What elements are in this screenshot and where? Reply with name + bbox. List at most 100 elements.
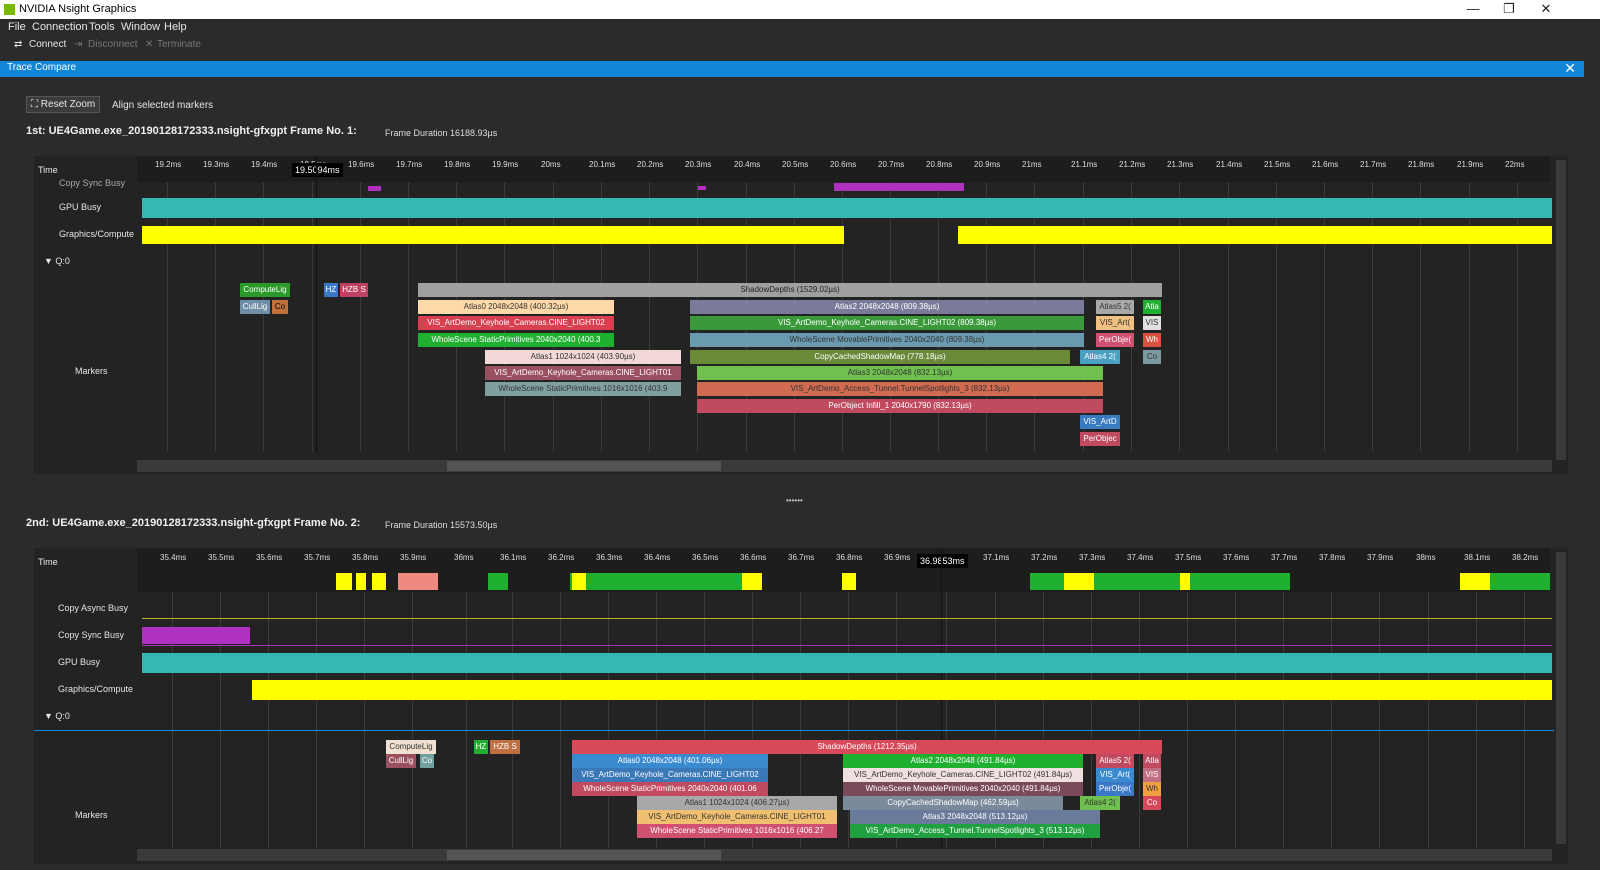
trace1-tick-label: 20.6ms	[830, 160, 857, 169]
trace2-marker-bar[interactable]: VIS	[1143, 768, 1161, 782]
trace1-marker-bar[interactable]: VIS_ArtD	[1080, 415, 1120, 429]
trace2-gridline	[268, 568, 269, 848]
trace2-marker-bar[interactable]: Co	[1143, 796, 1161, 810]
trace-compare-tab[interactable]: Trace Compare ✕	[0, 60, 1584, 77]
trace2-marker-bar[interactable]: ShadowDepths (1212.35µs)	[572, 740, 1162, 754]
trace2-marker-bar[interactable]: Atla	[1143, 754, 1161, 768]
trace2-tick-label: 37.5ms	[1175, 553, 1202, 562]
trace2-vscroll[interactable]	[1556, 552, 1566, 844]
reset-zoom-button[interactable]: ⛶ Reset Zoom	[26, 96, 101, 113]
trace1-marker-bar[interactable]: VIS_ArtDemo_Access_Tunnel.TunnelSpotligh…	[697, 382, 1103, 396]
trace1-marker-bar[interactable]: VIS_Art(	[1096, 316, 1134, 330]
connect-button[interactable]: Connect	[29, 39, 66, 50]
trace1-marker-bar[interactable]: WholeScene MovablePrimitives 2040x2040 (…	[690, 333, 1084, 347]
trace2-gridline	[364, 568, 365, 848]
trace1-marker-bar[interactable]: VIS_ArtDemo_Keyhole_Cameras.CINE_LIGHT02…	[690, 316, 1084, 330]
trace1-marker-bar[interactable]: Atlas2 2048x2048 (809.38µs)	[690, 300, 1084, 314]
trace2-marker-bar[interactable]: Atlas1 1024x1024 (406.27µs)	[637, 796, 837, 810]
trace1-marker-bar[interactable]: Atlas3 2048x2048 (832.13µs)	[697, 366, 1103, 380]
trace2-marker-bar[interactable]: CopyCachedShadowMap (462.59µs)	[843, 796, 1063, 810]
copy-busy-mark	[698, 186, 706, 190]
trace1-marker-bar[interactable]: VIS	[1143, 316, 1161, 330]
trace2-tick-label: 35.8ms	[352, 553, 379, 562]
trace1-tick-label: 20.3ms	[685, 160, 712, 169]
trace1-marker-bar[interactable]: Wh	[1143, 333, 1161, 347]
trace2-gridline	[1379, 568, 1380, 848]
trace2-marker-bar[interactable]: VIS_Art(	[1096, 768, 1134, 782]
trace1-marker-bar[interactable]: WholeScene StaticPrimitives 2040x2040 (4…	[418, 333, 614, 347]
trace1-marker-bar[interactable]: VIS_ArtDemo_Keyhole_Cameras.CINE_LIGHT01	[485, 366, 681, 380]
close-tab-icon[interactable]: ✕	[1564, 60, 1576, 77]
trace2-marker-bar[interactable]: VIS_ArtDemo_Keyhole_Cameras.CINE_LIGHT01	[637, 810, 837, 824]
minimize-button[interactable]: —	[1455, 0, 1491, 19]
trace2-marker-bar[interactable]: Atlas0 2048x2048 (401.06µs)	[572, 754, 768, 768]
trace2-marker-bar[interactable]: Co	[420, 754, 434, 768]
trace1-hscroll-thumb[interactable]	[447, 461, 721, 471]
trace2-marker-bar[interactable]: CullLig	[386, 754, 416, 768]
trace2-marker-bar[interactable]: Wh	[1143, 782, 1161, 796]
trace2-marker-bar[interactable]: VIS_ArtDemo_Keyhole_Cameras.CINE_LIGHT02…	[843, 768, 1083, 782]
trace2-tick-label: 36.8ms	[836, 553, 863, 562]
gfx-busy-bar	[252, 680, 1552, 700]
trace1-marker-bar[interactable]: HZ	[324, 283, 338, 297]
activity-segment	[1064, 573, 1094, 590]
trace2-hscroll-thumb[interactable]	[447, 850, 721, 860]
trace1-vscroll[interactable]	[1556, 160, 1566, 460]
trace1-marker-bar[interactable]: Atlas4 2(	[1080, 350, 1120, 364]
menu-tools[interactable]: Tools	[89, 21, 115, 33]
menu-connection[interactable]: Connection	[32, 21, 88, 33]
trace2-marker-bar[interactable]: PerObje(	[1096, 782, 1134, 796]
align-markers-option[interactable]: Align selected markers	[112, 100, 213, 111]
trace2-tick-label: 38.1ms	[1464, 553, 1491, 562]
panel-splitter[interactable]: ••••••	[786, 496, 803, 505]
terminate-button[interactable]: Terminate	[157, 39, 201, 50]
maximize-button[interactable]: ❐	[1491, 0, 1527, 19]
trace2-header: 2nd: UE4Game.exe_20190128172333.nsight-g…	[26, 517, 361, 529]
trace1-queue-toggle[interactable]: ▼ Q:0	[44, 256, 70, 266]
menu-window[interactable]: Window	[121, 21, 160, 33]
trace2-marker-bar[interactable]: ComputeLig	[386, 740, 436, 754]
trace1-marker-bar[interactable]: ComputeLig	[240, 283, 290, 297]
trace1-marker-bar[interactable]: PerObje(	[1096, 333, 1134, 347]
trace2-tick-label: 37.9ms	[1367, 553, 1394, 562]
trace2-marker-bar[interactable]: HZ	[474, 740, 488, 754]
trace1-marker-bar[interactable]: WholeScene StaticPrimitives 1016x1016 (4…	[485, 382, 681, 396]
trace2-marker-bar[interactable]: WholeScene StaticPrimitives 2040x2040 (4…	[572, 782, 768, 796]
trace1-tick-label: 19.7ms	[396, 160, 423, 169]
trace2-marker-bar[interactable]: VIS_ArtDemo_Access_Tunnel.TunnelSpotligh…	[850, 824, 1100, 838]
trace2-marker-bar[interactable]: Atlas5 2(	[1096, 754, 1134, 768]
trace1-hscroll[interactable]	[137, 460, 1552, 472]
activity-segment	[742, 573, 762, 590]
trace2-tick-label: 36.6ms	[740, 553, 767, 562]
trace1-marker-bar[interactable]: Atla	[1143, 300, 1161, 314]
trace2-marker-bar[interactable]: WholeScene MovablePrimitives 2040x2040 (…	[843, 782, 1083, 796]
trace2-marker-bar[interactable]: VIS_ArtDemo_Keyhole_Cameras.CINE_LIGHT02	[572, 768, 768, 782]
trace1-marker-bar[interactable]: Co	[1143, 350, 1161, 364]
trace1-marker-bar[interactable]: Atlas5 2(	[1096, 300, 1134, 314]
trace2-marker-bar[interactable]: Atlas4 2(	[1080, 796, 1120, 810]
trace2-marker-bar[interactable]: HZB S	[490, 740, 520, 754]
trace1-marker-bar[interactable]: CullLig	[240, 300, 270, 314]
menu-file[interactable]: File	[8, 21, 26, 33]
trace2-gridline	[466, 568, 467, 848]
trace2-tick-label: 37.8ms	[1319, 553, 1346, 562]
trace1-marker-bar[interactable]: Co	[272, 300, 288, 314]
trace1-marker-bar[interactable]: HZB S	[340, 283, 368, 297]
trace2-hscroll[interactable]	[137, 849, 1552, 861]
trace1-tick-label: 21.1ms	[1071, 160, 1098, 169]
trace1-marker-bar[interactable]: ShadowDepths (1529.02µs)	[418, 283, 1162, 297]
menu-help[interactable]: Help	[164, 21, 187, 33]
trace2-marker-bar[interactable]: WholeScene StaticPrimitives 1016x1016 (4…	[637, 824, 837, 838]
trace1-marker-bar[interactable]: PerObject Infill_1 2040x1790 (832.13µs)	[697, 399, 1103, 413]
disconnect-button[interactable]: Disconnect	[88, 39, 137, 50]
trace1-marker-bar[interactable]: Atlas1 1024x1024 (403.90µs)	[485, 350, 681, 364]
trace1-marker-bar[interactable]: CopyCachedShadowMap (778.18µs)	[690, 350, 1070, 364]
trace1-marker-bar[interactable]: PerObjec	[1080, 432, 1120, 446]
trace2-queue-toggle[interactable]: ▼ Q:0	[44, 711, 70, 721]
trace2-marker-bar[interactable]: Atlas3 2048x2048 (513.12µs)	[850, 810, 1100, 824]
activity-segment	[842, 573, 856, 590]
close-window-button[interactable]: ✕	[1528, 0, 1564, 19]
trace1-marker-bar[interactable]: VIS_ArtDemo_Keyhole_Cameras.CINE_LIGHT02	[418, 316, 614, 330]
trace2-marker-bar[interactable]: Atlas2 2048x2048 (491.84µs)	[843, 754, 1083, 768]
trace1-marker-bar[interactable]: Atlas0 2048x2048 (400.32µs)	[418, 300, 614, 314]
